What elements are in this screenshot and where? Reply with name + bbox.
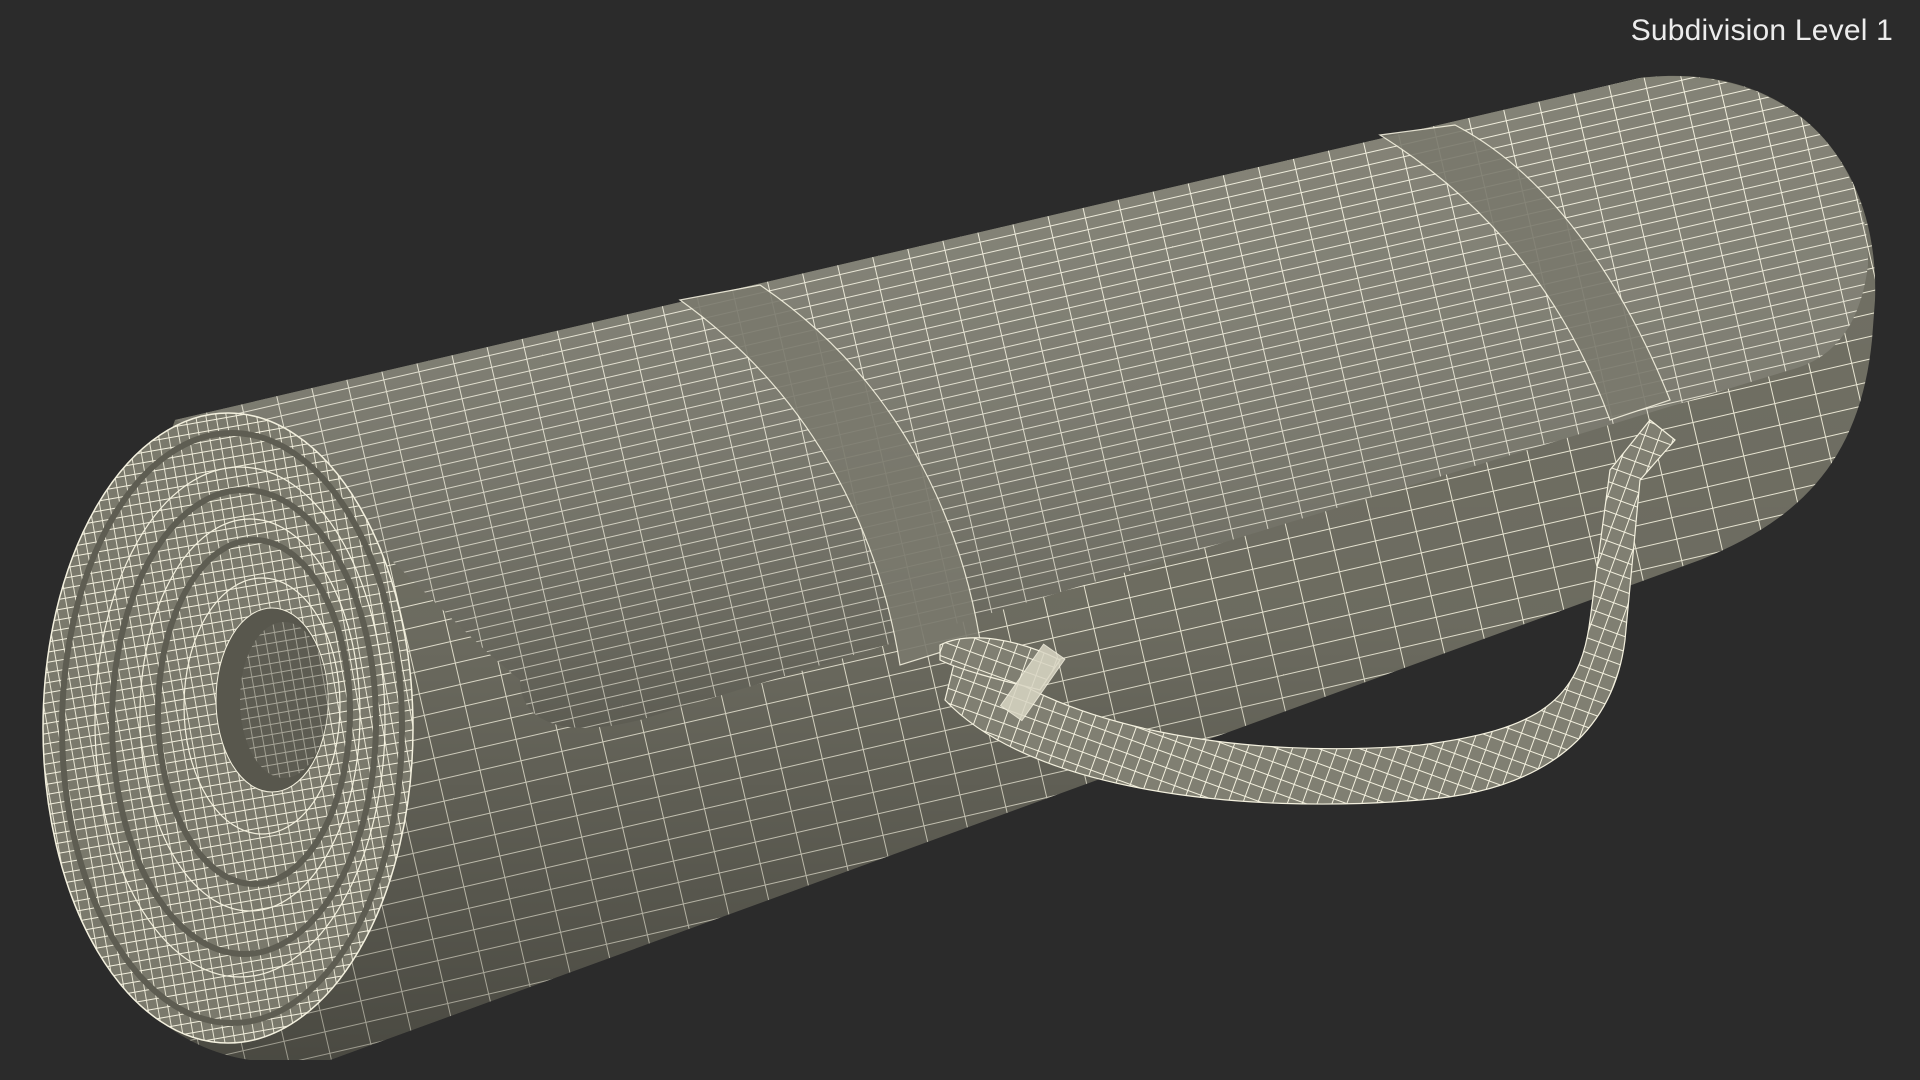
- yoga-mat-render: [42, 75, 1876, 1061]
- viewport: Subdivision Level 1: [0, 0, 1920, 1080]
- subdivision-level-label: Subdivision Level 1: [1630, 14, 1893, 47]
- mat-roll-end-spiral: [42, 412, 414, 1044]
